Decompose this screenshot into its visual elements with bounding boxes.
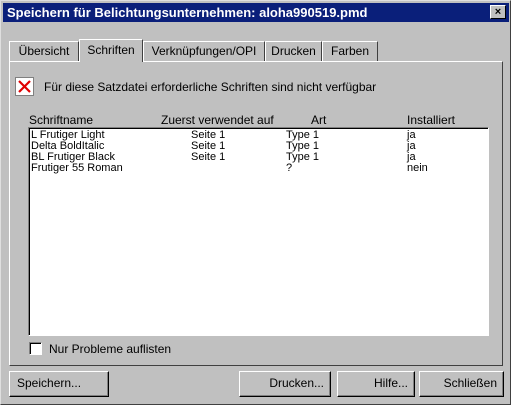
close-window-button[interactable]: ×	[490, 5, 506, 19]
font-name-cell: Frutiger 55 Roman	[31, 162, 123, 174]
table-row[interactable]: Frutiger 55 Roman ? nein	[29, 163, 488, 174]
type-cell: ?	[286, 162, 293, 174]
problems-only-checkbox[interactable]	[29, 342, 42, 355]
close-icon: ×	[494, 6, 502, 18]
installed-cell: nein	[407, 162, 428, 174]
fonts-list[interactable]: L Frutiger Light Seite 1 Type 1 ja Delta…	[28, 127, 489, 336]
tab-verknuepfungen-opi[interactable]: Verknüpfungen/OPI	[143, 41, 265, 61]
tab-farben[interactable]: Farben	[322, 41, 378, 61]
column-header-installed: Installiert	[407, 113, 456, 127]
print-button[interactable]: Drucken...	[239, 371, 331, 397]
red-x-icon	[15, 77, 34, 96]
column-header-type: Art	[311, 113, 327, 127]
tab-drucken[interactable]: Drucken	[265, 41, 322, 61]
problems-only-label[interactable]: Nur Probleme auflisten	[49, 342, 171, 356]
save-button[interactable]: Speichern...	[9, 371, 109, 397]
tab-schriften[interactable]: Schriften	[79, 39, 143, 62]
help-button[interactable]: Hilfe...	[337, 371, 415, 397]
tab-uebersicht[interactable]: Übersicht	[9, 41, 79, 61]
window-title: Speichern für Belichtungsunternehmen: al…	[7, 5, 368, 20]
column-header-first-used: Zuerst verwendet auf	[161, 113, 274, 127]
title-bar[interactable]: Speichern für Belichtungsunternehmen: al…	[3, 3, 509, 22]
close-button[interactable]: Schließen	[419, 371, 504, 397]
missing-fonts-warning: Für diese Satzdatei erforderliche Schrif…	[44, 80, 377, 94]
first-used-cell: Seite 1	[191, 151, 226, 163]
column-header-font-name: Schriftname	[29, 113, 94, 127]
save-for-service-provider-dialog: Speichern für Belichtungsunternehmen: al…	[0, 0, 511, 405]
